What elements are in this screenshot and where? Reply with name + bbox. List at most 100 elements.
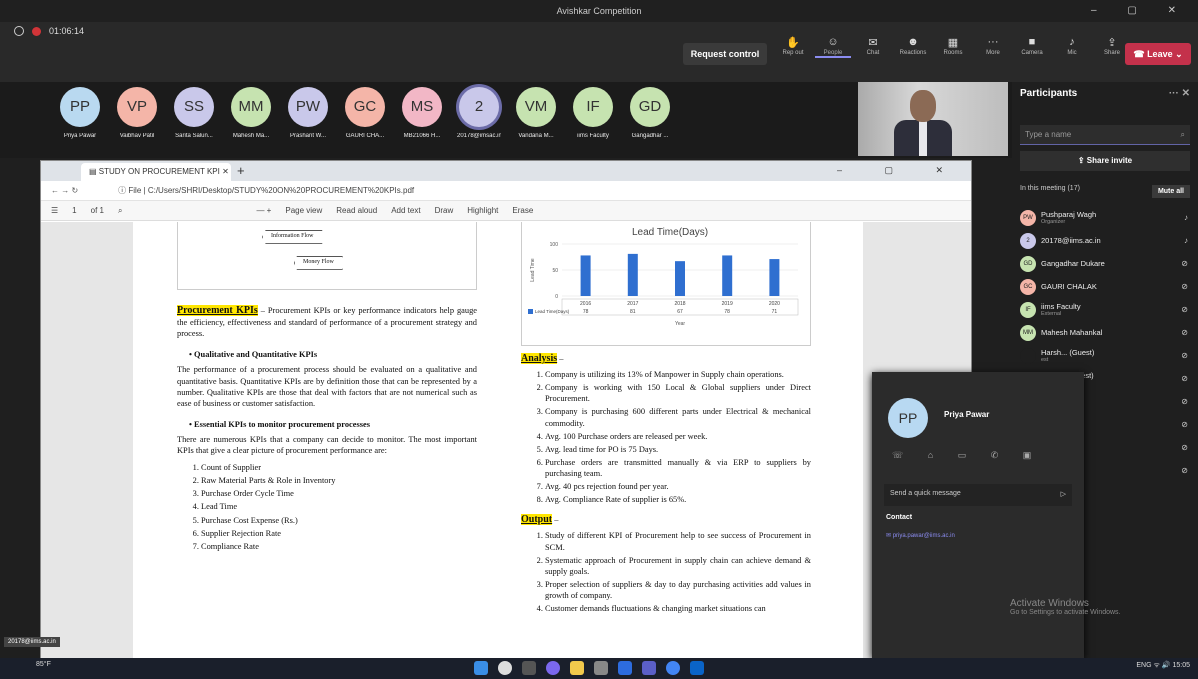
tool-label: Reactions (899, 50, 927, 56)
self-video-label: 20178@iims.ac.in (4, 637, 60, 647)
participant-avatar: 2 (1020, 232, 1036, 249)
avatar: GD (630, 87, 670, 127)
system-tray[interactable]: ENG ᯤ 🔊 15:05 (1136, 661, 1190, 670)
analysis-item: Avg. 100 Purchase orders are released pe… (545, 431, 811, 442)
search-placeholder: Type a name (1025, 130, 1072, 139)
tool-camera-button[interactable]: ■ Camera (1014, 36, 1050, 56)
mic-icon[interactable]: ⊘ (1181, 466, 1188, 475)
tool-more-button[interactable]: ··· More (975, 36, 1011, 58)
participant-avatar[interactable]: VM Vandana M... (514, 87, 558, 139)
page-count: of 1 (90, 206, 104, 215)
participant-avatar[interactable]: PW Prashant W... (286, 87, 330, 139)
page-number[interactable]: 1 (72, 206, 76, 215)
zoom-out-icon[interactable]: — + (256, 206, 271, 215)
participant-row[interactable]: GD Gangadhar Dukare ⊘ (1012, 252, 1198, 275)
participant-avatar[interactable]: MM Mahesh Ma... (229, 87, 273, 139)
participant-avatar[interactable]: VP Vaibhav Patil (115, 87, 159, 139)
mic-icon[interactable]: ⊘ (1181, 374, 1188, 383)
folder-icon[interactable] (570, 661, 584, 675)
participant-avatar[interactable]: 2 20178@imsac.in (457, 87, 501, 139)
mic-icon[interactable]: ⊘ (1181, 259, 1188, 268)
panel-close-icon[interactable]: ··· ✕ (1169, 88, 1190, 99)
add-text-button[interactable]: Add text (391, 206, 420, 215)
mic-icon[interactable]: ⊘ (1181, 328, 1188, 337)
draw-button[interactable]: Draw (435, 206, 454, 215)
tool-rooms-button[interactable]: ▦ Rooms (935, 36, 971, 58)
edge-icon[interactable] (690, 661, 704, 675)
share-invite-button[interactable]: ⇪ Share invite (1020, 151, 1190, 171)
participant-row[interactable]: 2 20178@iims.ac.in ♪ (1012, 229, 1198, 252)
leave-button[interactable]: ☎ Leave ⌄ (1125, 43, 1191, 65)
pdf-viewer[interactable]: Information Flow Money Flow Procurement … (41, 222, 971, 658)
card-action-icons[interactable]: ☏ ⌂ ▭ ✆ ▣ (892, 450, 1042, 461)
participant-row[interactable]: IF iims Faculty External ⊘ (1012, 298, 1198, 321)
data-label: 71 (772, 309, 778, 315)
participant-row[interactable]: MM Mahesh Mahankal ⊘ (1012, 321, 1198, 344)
mic-icon[interactable]: ⊘ (1181, 351, 1188, 360)
tray-lang: ENG (1136, 662, 1152, 669)
chrome-icon[interactable] (666, 661, 680, 675)
send-icon[interactable]: ▷ (1061, 490, 1066, 498)
participant-avatar[interactable]: GD Gangadhar ... (628, 87, 672, 139)
tray-time: 15:05 (1172, 662, 1190, 669)
read-aloud-button[interactable]: Read aloud (336, 206, 377, 215)
mic-icon[interactable]: ⊘ (1181, 420, 1188, 429)
in-meeting-label[interactable]: In this meeting (17) (1020, 185, 1080, 198)
participant-role: est (1041, 357, 1049, 363)
tool-reactions-button[interactable]: ☻ Reactions (895, 36, 931, 58)
quick-message-input[interactable]: Send a quick message ▷ (884, 484, 1072, 506)
address-bar[interactable]: ← → ↻ ⓘ File | C:/Users/SHRI/Desktop/STUD… (41, 181, 971, 201)
back-icon[interactable]: ← → ↻ (51, 186, 78, 195)
mic-icon[interactable]: ⊘ (1181, 397, 1188, 406)
participant-avatar[interactable]: SS Sarita Salun... (172, 87, 216, 139)
contents-icon[interactable]: ☰ (51, 206, 58, 215)
avatar: GC (345, 87, 385, 127)
participant-avatar[interactable]: PP Priya Pawar (58, 87, 102, 139)
mute-all-button[interactable]: Mute all (1151, 185, 1190, 198)
mic-icon[interactable]: ♪ (1184, 213, 1188, 222)
x-axis-label: Year (675, 321, 685, 327)
chat-app-icon[interactable] (546, 661, 560, 675)
search-icon[interactable] (498, 661, 512, 675)
participant-avatar[interactable]: IF iims Faculty (571, 87, 615, 139)
participant-avatar[interactable]: GC GAURI CHA... (343, 87, 387, 139)
participant-row[interactable]: PW Pushparaj Wagh Organizer ♪ (1012, 206, 1198, 229)
mic-icon[interactable]: ⊘ (1181, 282, 1188, 291)
participant-name: Harsh... (Guest) (1041, 348, 1095, 357)
page-view-button[interactable]: Page view (285, 206, 322, 215)
participant-row[interactable]: Harsh... (Guest) est ⊘ (1012, 344, 1198, 367)
presenter-video[interactable] (858, 82, 1008, 156)
meeting-tools: ✋ Rep out ☺ People ✉ Chat ☻ Reactions ▦ Rooms ··· M… (775, 36, 1011, 58)
mic-icon[interactable]: ⊘ (1181, 443, 1188, 452)
participant-avatar: MM (1020, 324, 1036, 341)
participant-row[interactable]: GC GAURI CHALAK ⊘ (1012, 275, 1198, 298)
start-icon[interactable] (474, 661, 488, 675)
browser-tab[interactable]: ▤ STUDY ON PROCUREMENT KPI ✕ (81, 163, 231, 181)
store-icon[interactable] (618, 661, 632, 675)
search-icon[interactable]: ⌕ (118, 206, 122, 216)
highlight-button[interactable]: Highlight (467, 206, 498, 215)
output-item: Customer demands fluctuations & changing… (545, 603, 811, 614)
mic-icon[interactable]: ♪ (1184, 236, 1188, 245)
card-avatar: PP (888, 398, 928, 438)
teams-icon[interactable] (642, 661, 656, 675)
tool-rep-out-button[interactable]: ✋ Rep out (775, 36, 811, 58)
tool-chat-button[interactable]: ✉ Chat (855, 36, 891, 58)
browser-window-controls[interactable]: – ▢ ✕ (837, 165, 963, 176)
avatar-name: GAURI CHA... (345, 133, 385, 139)
chat-icon: ✉ (868, 37, 878, 49)
window-controls[interactable]: – ▢ ✕ (1091, 0, 1190, 22)
contact-email[interactable]: ✉ priya.pawar@iims.ac.in (886, 532, 955, 539)
request-control-button[interactable]: Request control (683, 43, 767, 65)
tool-mic-button[interactable]: ♪ Mic (1054, 36, 1090, 56)
new-tab-icon[interactable]: + (237, 163, 245, 178)
participant-search-input[interactable]: Type a name ⌕ (1020, 125, 1190, 145)
participant-avatar[interactable]: MS MB21066 H... (400, 87, 444, 139)
taskview-icon[interactable] (522, 661, 536, 675)
erase-button[interactable]: Erase (512, 206, 533, 215)
analysis-section: Analysis – Company is utilizing its 13% … (521, 352, 811, 616)
weather-widget[interactable]: 85°F (36, 661, 51, 668)
file-explorer-icon[interactable] (594, 661, 608, 675)
tool-people-button[interactable]: ☺ People (815, 36, 851, 58)
mic-icon[interactable]: ⊘ (1181, 305, 1188, 314)
